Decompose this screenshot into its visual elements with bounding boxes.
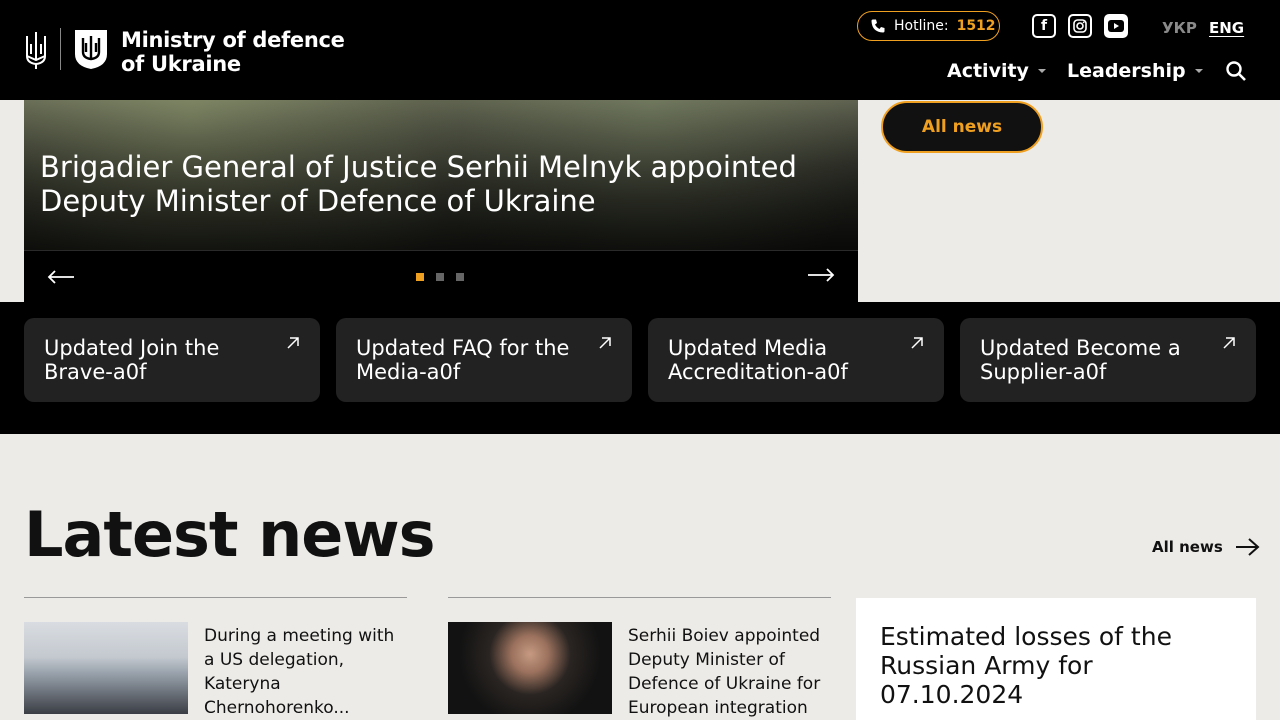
quick-link-card[interactable]: Updated Join the Brave-a0f [24, 318, 320, 402]
lang-ukr[interactable]: УКР [1162, 19, 1197, 37]
site-header: Ministry of defence of Ukraine Hotline: … [0, 0, 1280, 100]
carousel-dot[interactable] [456, 273, 464, 281]
arrow-up-right-icon [599, 337, 611, 349]
ministry-name-line1: Ministry of defence [121, 28, 345, 52]
news-thumbnail[interactable] [24, 622, 188, 714]
ministry-name[interactable]: Ministry of defence of Ukraine [121, 28, 345, 76]
phone-icon [871, 19, 885, 33]
hotline-button[interactable]: Hotline: 1512 [857, 11, 1000, 41]
hotline-label: Hotline: [894, 18, 949, 34]
youtube-icon[interactable] [1104, 14, 1128, 38]
chevron-down-icon [1037, 69, 1046, 73]
youtube-glyph-icon [1108, 20, 1124, 32]
nav-activity[interactable]: Activity [947, 60, 1046, 82]
losses-title: Estimated losses of the Russian Army for… [880, 622, 1172, 709]
arrow-up-right-icon [1223, 337, 1235, 349]
logo-divider [60, 28, 61, 70]
all-news-button[interactable]: All news [881, 101, 1043, 153]
divider [24, 597, 407, 598]
instagram-icon[interactable] [1068, 14, 1092, 38]
news-thumbnail[interactable] [448, 622, 612, 714]
arrow-right-icon [1235, 538, 1260, 556]
all-news-link-label: All news [1152, 538, 1223, 556]
arrow-left-icon[interactable] [46, 269, 76, 285]
quick-link-card[interactable]: Updated Become a Supplier-a0f [960, 318, 1256, 402]
facebook-icon[interactable]: f [1032, 14, 1056, 38]
instagram-glyph-icon [1073, 19, 1087, 33]
chevron-down-icon [1194, 69, 1203, 73]
nav-activity-label: Activity [947, 60, 1029, 82]
carousel-dot[interactable] [436, 273, 444, 281]
news-headline[interactable]: Serhii Boiev appointed Deputy Minister o… [628, 624, 833, 720]
ministry-name-line2: of Ukraine [121, 52, 241, 76]
lang-eng[interactable]: ENG [1209, 19, 1244, 37]
news-headline[interactable]: During a meeting with a US delegation, K… [204, 624, 409, 720]
quick-link-card[interactable]: Updated Media Accreditation-a0f [648, 318, 944, 402]
arrow-up-right-icon [287, 337, 299, 349]
divider [448, 597, 831, 598]
nav-leadership-label: Leadership [1067, 60, 1186, 82]
nav-leadership[interactable]: Leadership [1067, 60, 1203, 82]
section-title: Latest news [24, 498, 436, 571]
carousel-controls [24, 250, 858, 302]
hero-side-panel: All news [858, 100, 1256, 302]
losses-card[interactable]: Estimated losses of the Russian Army for… [856, 598, 1256, 720]
carousel-dot-active[interactable] [416, 273, 424, 281]
quick-link-card[interactable]: Updated FAQ for the Media-a0f [336, 318, 632, 402]
quick-link-label: Updated Join the Brave-a0f [44, 336, 220, 384]
all-news-link[interactable]: All news [1152, 537, 1261, 557]
arrow-right-icon[interactable] [806, 267, 836, 283]
search-icon[interactable] [1225, 60, 1247, 82]
quick-link-label: Updated Become a Supplier-a0f [980, 336, 1181, 384]
arrow-up-right-icon [911, 337, 923, 349]
hero-slide[interactable]: Brigadier General of Justice Serhii Meln… [24, 100, 858, 250]
quick-link-label: Updated Media Accreditation-a0f [668, 336, 848, 384]
trident-icon[interactable] [24, 30, 48, 70]
ministry-shield-icon[interactable] [73, 28, 109, 70]
hero-title[interactable]: Brigadier General of Justice Serhii Meln… [40, 150, 840, 218]
hotline-number: 1512 [956, 18, 996, 34]
quick-link-label: Updated FAQ for the Media-a0f [356, 336, 570, 384]
